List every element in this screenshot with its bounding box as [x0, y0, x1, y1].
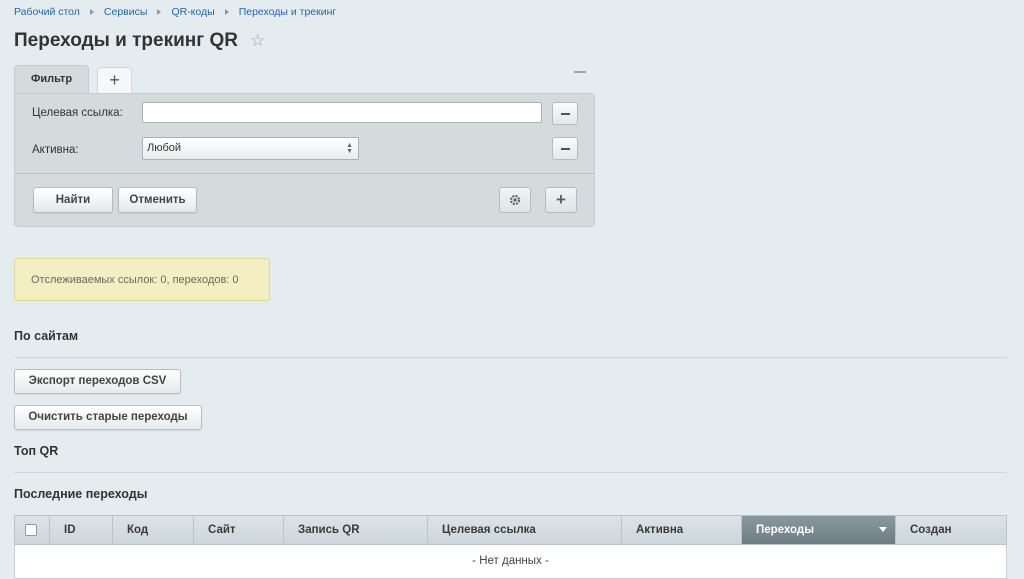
star-icon[interactable]: ☆ [250, 31, 265, 51]
target-link-input[interactable] [142, 102, 542, 123]
column-active[interactable]: Активна [622, 516, 742, 544]
column-transitions-label: Переходы [756, 524, 815, 536]
breadcrumb-separator-icon [157, 9, 162, 15]
tracking-summary-notice: Отслеживаемых ссылок: 0, переходов: 0 [14, 258, 270, 301]
gear-icon [509, 194, 521, 206]
clear-old-button[interactable]: Очистить старые переходы [14, 405, 202, 430]
filter-row-target-link: Целевая ссылка: [15, 102, 594, 126]
remove-target-link-field-button[interactable] [552, 102, 578, 125]
filter-panel: Целевая ссылка: Активна: Любой ▲ ▼ Найти … [14, 93, 595, 227]
column-code[interactable]: Код [113, 516, 194, 544]
empty-text: - Нет данных - [472, 555, 549, 567]
minus-icon [561, 113, 570, 115]
page-title: Переходы и трекинг QR [14, 30, 238, 51]
breadcrumb: Рабочий стол Сервисы QR-коды Переходы и … [14, 5, 336, 19]
add-filter-field-button[interactable]: + [545, 187, 577, 213]
top-qr-heading: Топ QR [14, 444, 59, 458]
minimize-filter-icon[interactable] [574, 71, 586, 73]
target-link-label: Целевая ссылка: [32, 107, 123, 119]
filter-row-active: Активна: Любой ▲ ▼ [15, 137, 594, 161]
column-qr-record[interactable]: Запись QR [284, 516, 428, 544]
active-label: Активна: [32, 144, 79, 156]
breadcrumb-tracking[interactable]: Переходы и трекинг [239, 6, 337, 18]
breadcrumb-separator-icon [89, 9, 94, 15]
column-created[interactable]: Создан [896, 516, 1006, 544]
breadcrumb-qr-codes[interactable]: QR-коды [171, 6, 214, 18]
find-button[interactable]: Найти [33, 187, 113, 213]
filter-tabs: Фильтр + [14, 65, 133, 94]
sort-desc-icon [879, 527, 887, 532]
breadcrumb-desktop[interactable]: Рабочий стол [14, 6, 80, 18]
filter-settings-button[interactable] [499, 187, 531, 213]
add-filter-tab-button[interactable]: + [97, 67, 133, 94]
tab-filter[interactable]: Фильтр [14, 65, 90, 94]
remove-active-field-button[interactable] [552, 137, 578, 160]
divider [14, 472, 1007, 473]
breadcrumb-separator-icon [224, 9, 229, 15]
table-empty-row: - Нет данных - [14, 545, 1007, 579]
by-sites-heading: По сайтам [14, 329, 79, 343]
filter-divider [15, 173, 594, 174]
breadcrumb-services[interactable]: Сервисы [104, 6, 148, 18]
column-site[interactable]: Сайт [194, 516, 284, 544]
recent-heading: Последние переходы [14, 487, 148, 501]
select-arrows-icon: ▲ ▼ [346, 142, 353, 155]
divider [14, 357, 1007, 358]
select-all-column [15, 516, 50, 544]
select-all-checkbox[interactable] [25, 524, 37, 536]
page-title-row: Переходы и трекинг QR ☆ [14, 30, 265, 52]
column-transitions[interactable]: Переходы [742, 516, 896, 544]
table-header: ID Код Сайт Запись QR Целевая ссылка Акт… [14, 515, 1007, 545]
minus-icon [561, 148, 570, 150]
column-id[interactable]: ID [50, 516, 113, 544]
cancel-button[interactable]: Отменить [118, 187, 197, 213]
recent-transitions-table: ID Код Сайт Запись QR Целевая ссылка Акт… [14, 515, 1007, 579]
column-target-link[interactable]: Целевая ссылка [428, 516, 622, 544]
active-select-value: Любой [147, 142, 182, 154]
export-csv-button[interactable]: Экспорт переходов CSV [14, 369, 181, 394]
active-select[interactable]: Любой ▲ ▼ [142, 137, 359, 160]
